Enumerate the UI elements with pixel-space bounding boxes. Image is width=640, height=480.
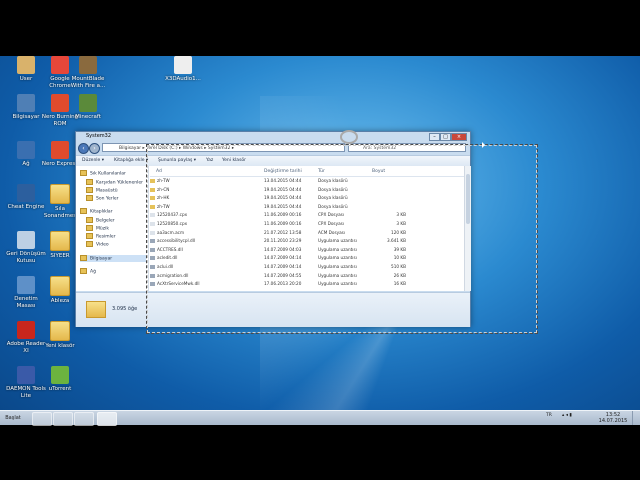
navigation-pane: Sık Kullanılanlar Karşıdan Yüklenenler Mas… xyxy=(76,166,149,291)
folder-icon xyxy=(86,301,106,318)
nav-item-folder[interactable]: Resimler xyxy=(86,233,152,240)
nav-item-label: Masaüstü xyxy=(96,188,118,194)
nav-item-folder[interactable]: Müzik xyxy=(86,225,152,232)
close-button[interactable]: × xyxy=(451,133,467,141)
start-button[interactable]: Başlat xyxy=(0,411,26,425)
computer-icon xyxy=(80,255,87,261)
cheat-icon xyxy=(17,184,35,202)
folder-icon xyxy=(50,184,70,204)
desktop-icon-label: Yeni klasör xyxy=(45,343,75,349)
star-icon xyxy=(80,170,87,176)
folder-icon xyxy=(50,276,70,296)
mouse-cursor-icon xyxy=(482,142,485,148)
busy-cursor-icon xyxy=(340,130,358,144)
clock[interactable]: 13:52 14.07.2015 xyxy=(598,412,628,424)
computer-icon xyxy=(17,94,35,112)
window-drag-outline-inner xyxy=(147,145,537,333)
nav-item-label: Video xyxy=(96,242,109,248)
folder-icon xyxy=(86,179,93,185)
include-library-button[interactable]: Kitaplığa ekle ▾ xyxy=(114,158,148,163)
folder-icon xyxy=(86,233,93,239)
forward-icon[interactable]: › xyxy=(89,143,100,154)
desktop-icon-label: X3DAudio1... xyxy=(165,76,201,82)
nav-item-label: Karşıdan Yüklenenler xyxy=(96,180,144,186)
folder-icon xyxy=(86,187,93,193)
desktop-icon-utorrent[interactable]: uTorrent xyxy=(37,366,83,393)
nav-item-network[interactable]: Ağ xyxy=(80,268,146,275)
folder-icon xyxy=(86,241,93,247)
show-desktop-button[interactable] xyxy=(632,411,640,425)
minecraft-icon xyxy=(79,94,97,112)
item-count: 3.095 öğe xyxy=(112,306,138,312)
taskbar: Başlat TR ▴ ◂ ▮ 13:52 14.07.2015 xyxy=(0,410,640,426)
folder-icon xyxy=(86,195,93,201)
folder-icon xyxy=(86,217,93,223)
file-icon xyxy=(174,56,192,74)
taskbar-chrome-button[interactable] xyxy=(53,412,73,426)
organize-button[interactable]: Düzenle ▾ xyxy=(82,158,104,163)
clock-date: 14.07.2015 xyxy=(598,418,628,424)
user-icon xyxy=(17,56,35,74)
folder-icon xyxy=(50,321,70,341)
control-icon xyxy=(17,276,35,294)
desktop-icon-label: uTorrent xyxy=(48,386,72,392)
nav-item-label: Müzik xyxy=(96,226,109,232)
utorrent-icon xyxy=(51,366,69,384)
back-icon[interactable]: ‹ xyxy=(78,143,89,154)
desktop-icon-label: MountBlade With Fire a... xyxy=(70,76,106,89)
lib-icon xyxy=(80,208,87,214)
desktop: User Google Chrome MountBlade With Fire a.… xyxy=(0,56,640,424)
network-icon xyxy=(17,141,35,159)
network-icon xyxy=(80,268,87,274)
nav-item-label: Kitaplıklar xyxy=(90,209,113,215)
nav-item-computer[interactable]: Bilgisayar xyxy=(80,255,146,262)
nav-item-label: Resimler xyxy=(96,234,116,240)
recycle-icon xyxy=(17,231,35,249)
window-titlebar[interactable]: System32 – □ × xyxy=(76,132,470,141)
maximize-button[interactable]: □ xyxy=(440,133,451,141)
nav-item-label: Ağ xyxy=(90,269,96,275)
desktop-icon-minecraft[interactable]: Minecraft xyxy=(65,94,111,121)
taskbar-explorer-button[interactable] xyxy=(32,412,52,426)
nav-item-star[interactable]: Sık Kullanılanlar xyxy=(80,170,146,177)
nav-item-folder[interactable]: Video xyxy=(86,241,152,248)
nav-item-label: Sık Kullanılanlar xyxy=(90,171,126,177)
nav-item-lib[interactable]: Kitaplıklar xyxy=(80,208,146,215)
adobe-icon xyxy=(17,321,35,339)
minimize-button[interactable]: – xyxy=(429,133,440,141)
folder-icon xyxy=(50,231,70,251)
window-title: System32 xyxy=(86,133,112,139)
app-icon xyxy=(79,56,97,74)
taskbar-folder-button[interactable] xyxy=(97,412,117,426)
desktop-icon-file[interactable]: X3DAudio1... xyxy=(160,56,206,83)
nav-item-label: Belgeler xyxy=(96,218,115,224)
nav-item-label: Son Yerler xyxy=(96,196,119,202)
language-indicator[interactable]: TR xyxy=(546,413,552,418)
nav-item-folder[interactable]: Son Yerler xyxy=(86,195,152,202)
nav-item-folder[interactable]: Masaüstü xyxy=(86,187,152,194)
nav-item-folder[interactable]: Karşıdan Yüklenenler xyxy=(86,179,152,186)
nav-item-label: Bilgisayar xyxy=(90,256,113,262)
nero-icon xyxy=(51,141,69,159)
folder-icon xyxy=(86,225,93,231)
taskbar-media-button[interactable] xyxy=(74,412,94,426)
nav-item-folder[interactable]: Belgeler xyxy=(86,217,152,224)
desktop-icon-label: Minecraft xyxy=(75,114,101,120)
desktop-icon-app[interactable]: MountBlade With Fire a... xyxy=(65,56,111,89)
tray-icons[interactable]: ▴ ◂ ▮ xyxy=(562,413,572,418)
daemon-icon xyxy=(17,366,35,384)
